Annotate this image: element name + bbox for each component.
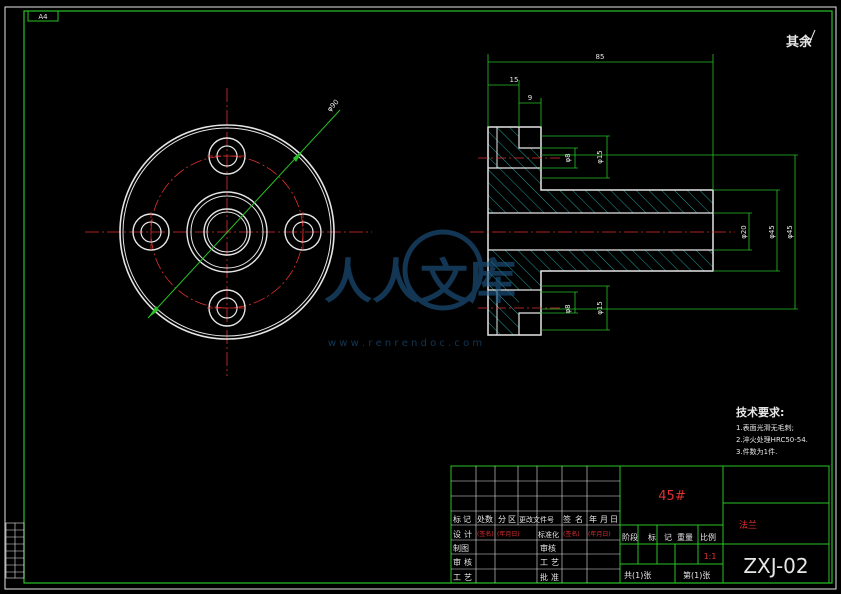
counterbore-depth-dim: 9	[528, 94, 532, 102]
tb-check: 审	[453, 557, 461, 567]
tb-scale: 1:1	[704, 552, 717, 561]
tb-total-sheets: 共(1)张	[624, 571, 651, 580]
tb-sign-date: (年月日)	[497, 530, 520, 538]
tb-header: 区	[508, 515, 516, 524]
tech-notes-title: 技术要求:	[736, 405, 784, 419]
tech-note-item: 3.件数为1件.	[736, 447, 777, 456]
cbore-bottom-outline	[518, 312, 541, 335]
tb-stage: 阶	[622, 532, 630, 542]
tb-header: 更改文件号	[519, 515, 554, 524]
flange-thickness-dim: 15	[510, 76, 519, 84]
tb-process: 工	[540, 558, 548, 567]
tb-design: 计	[464, 529, 472, 539]
watermark-url: w w w . r e n r e n d o c . c o m	[328, 338, 482, 349]
tb-header: 分	[498, 515, 506, 524]
cbore-top-dim: φ15	[596, 150, 604, 164]
drawing-sheet: A4 其余 φ90 85 15 9 φ8 φ15 φ8 φ15 φ20 φ45 …	[4, 6, 837, 590]
tb-stage: 段	[630, 532, 638, 542]
vertical-dims	[540, 135, 798, 331]
hole-bottom-dim: φ8	[564, 304, 572, 313]
tb-process-row: 艺	[464, 573, 472, 582]
tb-approval: 批	[540, 572, 548, 582]
tb-design: 设	[453, 529, 461, 539]
surface-finish-label: 其余	[786, 34, 813, 50]
tb-sign-date2: (年月日)	[588, 530, 611, 538]
watermark-logo-text: 人人文库	[324, 254, 516, 310]
tb-header: 名	[575, 514, 583, 524]
tb-process-row: 工	[453, 573, 461, 582]
tb-standardize: 标准化	[538, 530, 559, 539]
tb-header: 日	[610, 515, 618, 524]
tb-ratio: 比例	[700, 532, 716, 542]
tb-header: 月	[600, 515, 608, 524]
section-view: 85 15 9 φ8 φ15 φ8 φ15 φ20 φ45 φ45	[470, 53, 798, 336]
tb-approval: 准	[551, 572, 559, 582]
tb-stage: 记	[664, 533, 672, 542]
total-length-dim: 85	[596, 53, 605, 61]
tb-sheet-no: 第(1)张	[683, 570, 710, 580]
size-label: A4	[38, 13, 48, 21]
tb-sign-name: (签名)	[477, 530, 494, 538]
tech-note-item: 1.表面光滑无毛刺;	[736, 423, 794, 432]
cbore-bottom-dim: φ15	[596, 301, 604, 315]
tb-header: 记	[463, 515, 471, 524]
hub-dim: φ45	[768, 225, 776, 239]
tb-draw: 制图	[453, 543, 469, 553]
front-view: φ90	[85, 88, 372, 376]
tb-stage: 标	[648, 532, 656, 542]
hole-top-dim: φ8	[564, 153, 572, 162]
tb-process: 艺	[551, 558, 559, 567]
tb-header: 处数	[477, 514, 493, 524]
tb-material: 45#	[658, 489, 685, 504]
outer-dim: φ45	[786, 225, 794, 239]
bore-dim: φ20	[740, 225, 748, 239]
tb-approve: 审核	[540, 543, 556, 553]
tb-header: 签	[563, 514, 571, 524]
tb-part-name: 法兰	[739, 519, 757, 531]
left-edge-stamp	[5, 522, 25, 579]
tech-note-item: 2.淬火处理HRC50-54.	[736, 435, 808, 444]
tb-drawing-no: ZXJ-02	[743, 554, 808, 578]
tb-check: 核	[464, 557, 472, 567]
tb-sign-name2: (签名)	[563, 530, 580, 538]
tb-header: 标	[453, 514, 461, 524]
tb-weight: 重量	[677, 532, 693, 542]
title-block: 标 记 处数 分 区 更改文件号 签 名 年 月 日 设 计 (签名) (年月日…	[450, 465, 830, 584]
tb-header: 年	[589, 514, 597, 524]
watermark: 人人文库 w w w . r e n r e n d o c . c o m	[324, 229, 516, 349]
